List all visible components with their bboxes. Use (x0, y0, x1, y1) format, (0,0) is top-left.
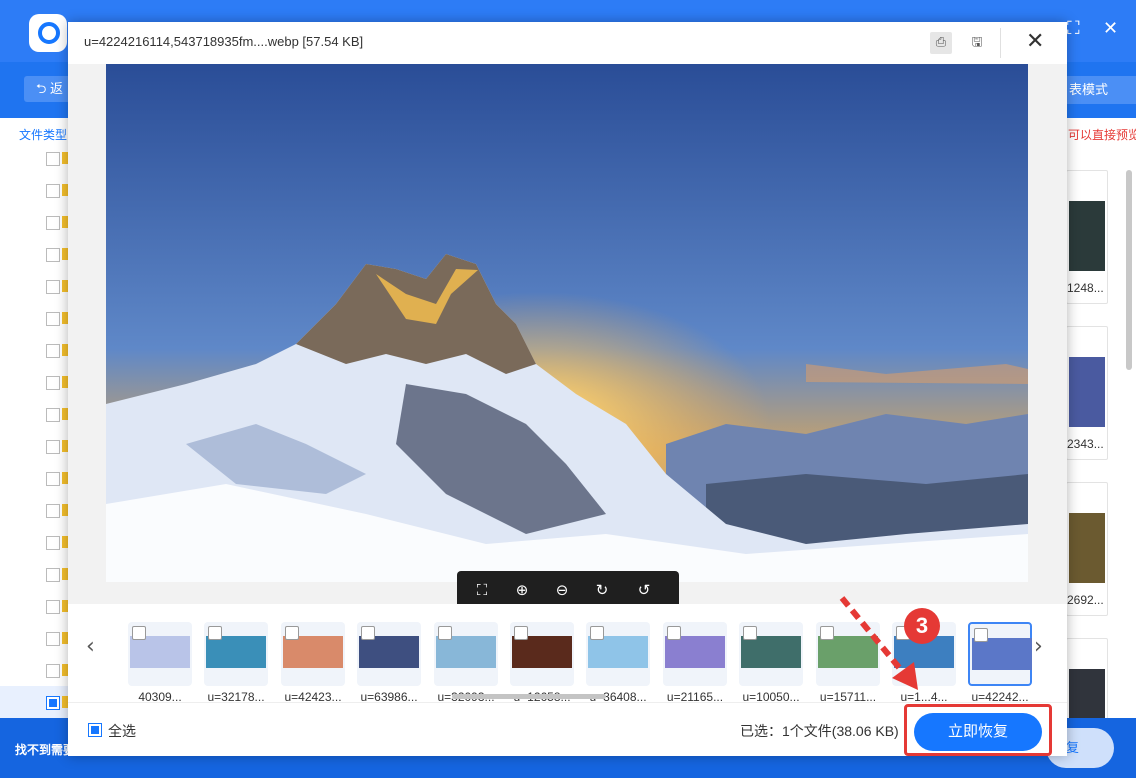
thumbnail-checkbox[interactable] (743, 626, 757, 640)
thumbnail-item[interactable] (510, 622, 574, 686)
tree-checkbox[interactable] (46, 408, 60, 422)
thumbnail-checkbox[interactable] (438, 626, 452, 640)
file-card-label: 2343... (1067, 437, 1104, 451)
thumbnail-item[interactable] (739, 622, 803, 686)
thumbnail-item[interactable] (586, 622, 650, 686)
tree-checkbox[interactable] (46, 152, 60, 166)
thumbnail-image (512, 636, 572, 668)
right-scrollbar[interactable] (1126, 170, 1132, 370)
tree-checkbox[interactable] (46, 216, 60, 230)
thumbnail-item[interactable] (663, 622, 727, 686)
thumbnail-item[interactable] (128, 622, 192, 686)
tree-checkbox[interactable] (46, 472, 60, 486)
recover-now-button[interactable]: 立即恢复 (914, 713, 1042, 751)
tree-checkbox[interactable] (46, 568, 60, 582)
rotate-left-icon[interactable]: ↺ (633, 579, 655, 601)
thumbnail-image (283, 636, 343, 668)
thumbnail-checkbox[interactable] (974, 628, 988, 642)
tree-checkbox[interactable] (46, 344, 60, 358)
tree-checkbox[interactable] (46, 440, 60, 454)
rotate-right-icon[interactable]: ↻ (591, 579, 613, 601)
tree-checkbox[interactable] (46, 184, 60, 198)
list-mode-button[interactable]: 表模式 (1066, 76, 1136, 104)
back-button[interactable]: ⮌ 返 (24, 76, 74, 102)
thumbnail-item[interactable] (357, 622, 421, 686)
dialog-footer: 全选 已选：1个文件(38.06 KB) 立即恢复 (68, 702, 1067, 757)
back-button-label: 返 (50, 81, 64, 96)
file-card[interactable]: 1248... (1066, 170, 1108, 304)
file-card[interactable]: 2692... (1066, 482, 1108, 616)
next-arrow-icon[interactable]: › (1034, 634, 1043, 659)
file-thumbnail (1069, 513, 1105, 583)
thumbnail-checkbox[interactable] (361, 626, 375, 640)
thumbnail-checkbox[interactable] (667, 626, 681, 640)
tree-checkbox-checked[interactable] (46, 696, 60, 710)
thumbnail-checkbox[interactable] (208, 626, 222, 640)
save-icon[interactable]: 🖫 (966, 32, 988, 54)
tree-checkbox[interactable] (46, 536, 60, 550)
not-found-text[interactable]: 找不到需要 (15, 741, 75, 758)
thumbnail-image (972, 638, 1032, 670)
thumbnail-checkbox[interactable] (590, 626, 604, 640)
list-mode-label: 表模式 (1069, 82, 1109, 97)
thumbnail-checkbox[interactable] (285, 626, 299, 640)
select-all-checkbox[interactable] (88, 723, 102, 737)
prev-arrow-icon[interactable]: ‹ (86, 634, 95, 659)
thumbnail-image (588, 636, 648, 668)
tree-checkbox[interactable] (46, 664, 60, 678)
thumbnail-image (665, 636, 725, 668)
tree-checkbox[interactable] (46, 280, 60, 294)
folder-tree (0, 140, 70, 720)
thumbnail-image (206, 636, 266, 668)
preview-image (106, 64, 1028, 582)
fullscreen-icon[interactable]: ⛶ (471, 579, 493, 601)
thumbnail-image (741, 636, 801, 668)
app-logo (29, 14, 67, 52)
thumbnail-item[interactable] (434, 622, 498, 686)
preview-hint: 可以直接预览 (1068, 128, 1136, 142)
tree-checkbox[interactable] (46, 248, 60, 262)
tree-checkbox[interactable] (46, 632, 60, 646)
file-card-label: 2692... (1067, 593, 1104, 607)
preview-icon[interactable]: ⎙ (930, 32, 952, 54)
thumbnail-checkbox[interactable] (514, 626, 528, 640)
tutorial-arrow (839, 596, 918, 690)
tree-checkbox[interactable] (46, 600, 60, 614)
thumbnail-scrollbar[interactable] (452, 694, 606, 699)
file-thumbnail (1069, 357, 1105, 427)
thumbnail-image (359, 636, 419, 668)
title-divider (1000, 28, 1001, 58)
thumbnail-image (130, 636, 190, 668)
selected-info: 已选：1个文件(38.06 KB) (740, 723, 899, 739)
tree-checkbox[interactable] (46, 504, 60, 518)
file-thumbnail (1069, 201, 1105, 271)
file-card[interactable]: 2343... (1066, 326, 1108, 460)
maximize-icon[interactable]: ⛶ (1067, 18, 1080, 39)
dialog-title: u=4224216114,543718935fm....webp [57.54 … (84, 34, 364, 49)
tree-checkbox[interactable] (46, 376, 60, 390)
select-all-label[interactable]: 全选 (108, 721, 136, 741)
close-icon[interactable]: ✕ (1103, 18, 1118, 39)
recover-bg-label: 复 (1066, 740, 1080, 755)
zoom-in-icon[interactable]: ⊕ (511, 579, 533, 601)
thumbnail-item[interactable] (968, 622, 1032, 686)
image-viewer: ⛶ ⊕ ⊖ ↻ ↺ (68, 64, 1067, 609)
selected-tree-row[interactable] (0, 686, 70, 718)
zoom-out-icon[interactable]: ⊖ (551, 579, 573, 601)
preview-dialog: u=4224216114,543718935fm....webp [57.54 … (68, 22, 1067, 756)
dialog-close-button[interactable]: ✕ (1026, 30, 1044, 54)
thumbnail-checkbox[interactable] (132, 626, 146, 640)
thumbnail-item[interactable] (204, 622, 268, 686)
thumbnail-item[interactable] (281, 622, 345, 686)
file-card-label: 1248... (1067, 281, 1104, 295)
thumbnail-image (436, 636, 496, 668)
tree-checkbox[interactable] (46, 312, 60, 326)
